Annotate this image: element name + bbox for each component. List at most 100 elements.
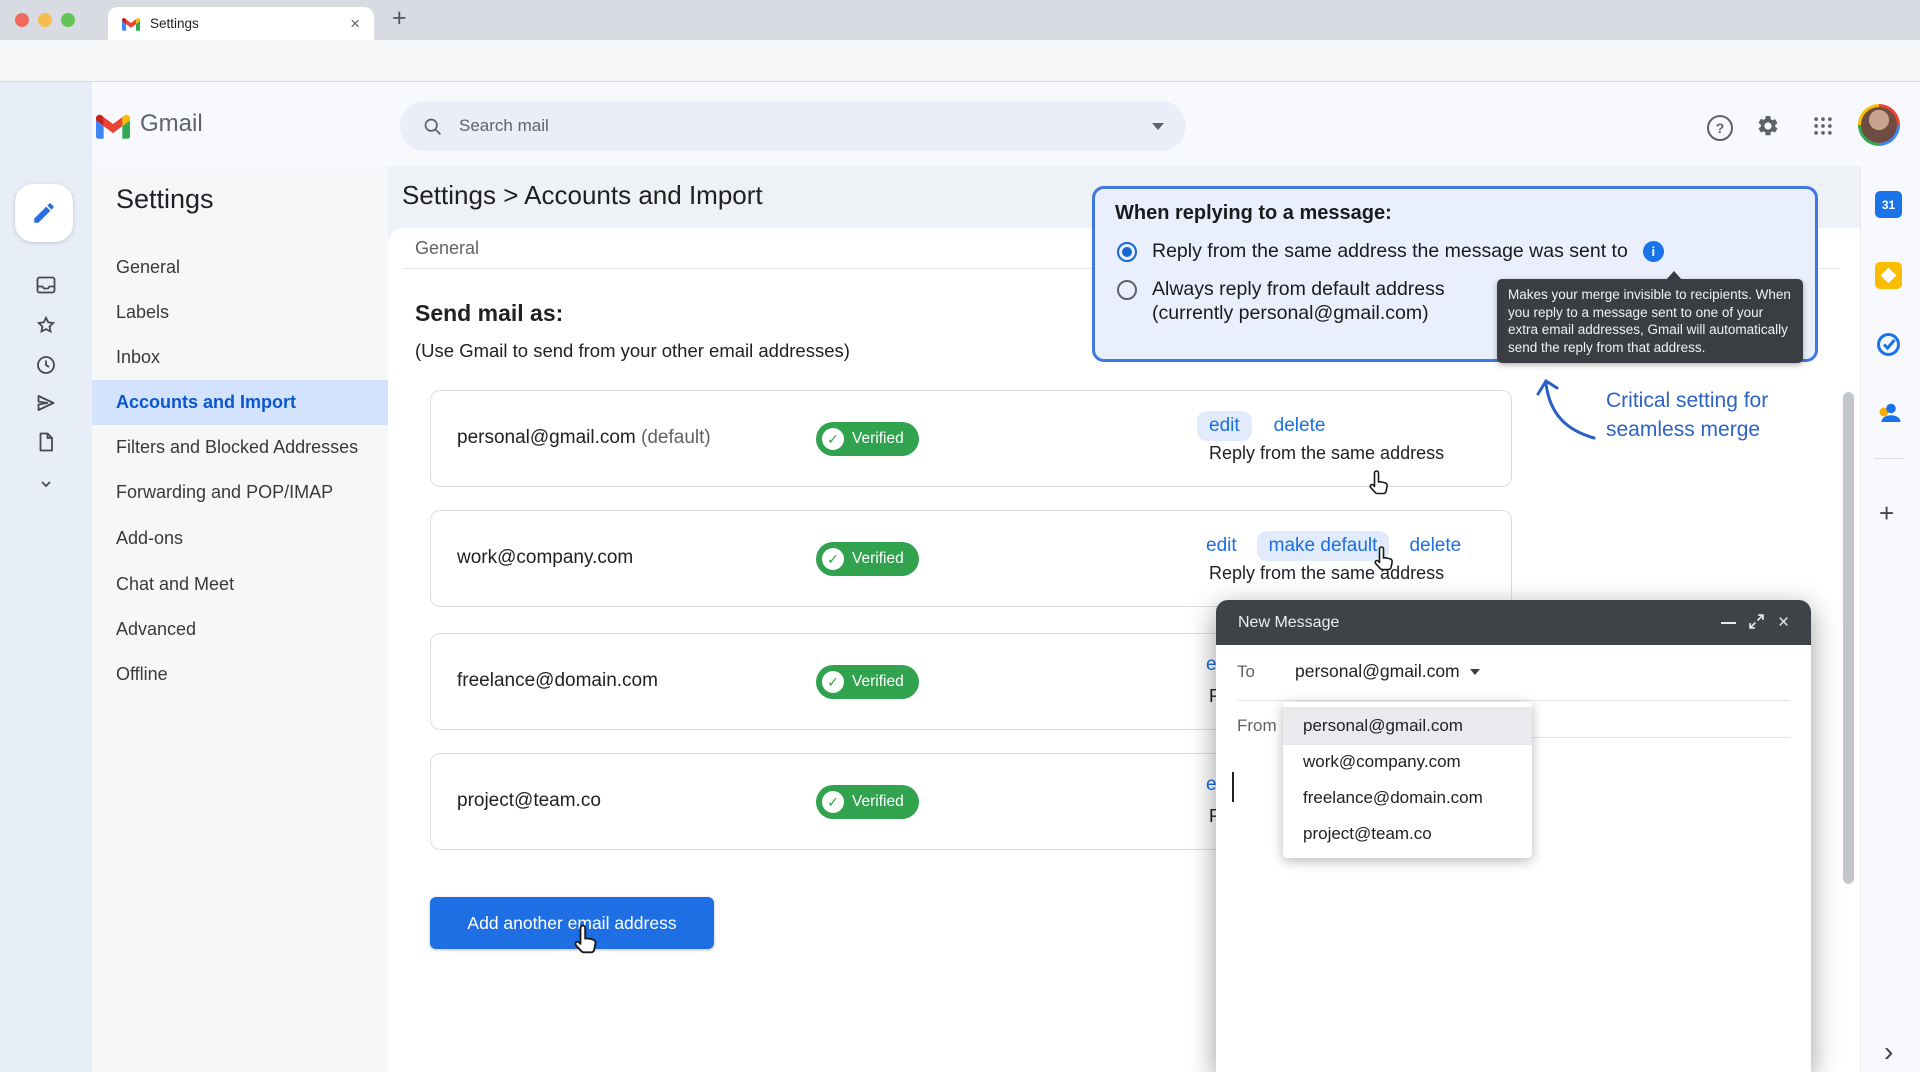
minimize-icon[interactable] (1721, 622, 1736, 624)
annotation-text: Critical setting for seamless merge (1606, 386, 1826, 444)
callout-title: When replying to a message: (1115, 202, 1392, 225)
verified-badge: ✓Verified (816, 542, 919, 576)
search-input[interactable]: Search mail (400, 101, 1186, 151)
reply-setting-text: Reply from the same address (1209, 443, 1444, 464)
browser-tab-strip: Settings × + (0, 0, 1920, 40)
tab-close-icon[interactable]: × (350, 15, 360, 32)
settings-nav-advanced[interactable]: Advanced (92, 607, 388, 652)
send-mail-as-title: Send mail as: (415, 300, 563, 327)
callout-option-same-address: Reply from the same address the message … (1117, 240, 1664, 263)
settings-nav-chat-and-meet[interactable]: Chat and Meet (92, 562, 388, 607)
inbox-icon[interactable] (34, 273, 58, 297)
info-icon[interactable]: i (1643, 241, 1664, 262)
new-tab-button[interactable]: + (392, 4, 407, 33)
dropdown-option-project[interactable]: project@team.co (1283, 815, 1532, 853)
settings-nav-general[interactable]: General (92, 245, 388, 290)
help-icon[interactable]: ? (1707, 115, 1733, 141)
text-cursor (1232, 772, 1234, 802)
breadcrumb-current: Accounts and Import (524, 180, 762, 210)
dropdown-option-work[interactable]: work@company.com (1283, 743, 1532, 781)
tab-general[interactable]: General (415, 238, 479, 259)
breadcrumb-settings[interactable]: Settings (402, 180, 496, 210)
check-icon: ✓ (822, 548, 844, 570)
keep-icon[interactable] (1875, 262, 1902, 289)
collapse-side-panel-icon[interactable]: › (1884, 1036, 1893, 1068)
delete-link[interactable]: delete (1274, 415, 1326, 437)
email-address: work@company.com (457, 547, 633, 569)
settings-nav-inbox[interactable]: Inbox (92, 335, 388, 380)
snoozed-icon[interactable] (34, 353, 58, 377)
from-divider (1532, 737, 1790, 738)
breadcrumb: Settings > Accounts and Import (402, 180, 763, 211)
check-icon: ✓ (822, 671, 844, 693)
from-address-dropdown: personal@gmail.com work@company.com free… (1283, 702, 1532, 858)
row-actions: edit delete (1197, 411, 1325, 441)
close-window-button[interactable] (15, 13, 29, 27)
zoom-window-button[interactable] (61, 13, 75, 27)
pencil-icon (31, 200, 57, 226)
option-label: Always reply from default address (1152, 278, 1445, 301)
callout-option-default-address: Always reply from default address (1117, 278, 1445, 301)
gmail-wordmark: Gmail (140, 110, 203, 138)
check-icon: ✓ (822, 791, 844, 813)
settings-title: Settings (116, 184, 214, 215)
settings-nav-offline[interactable]: Offline (92, 652, 388, 697)
settings-gear-icon[interactable] (1756, 114, 1780, 138)
settings-nav-addons[interactable]: Add-ons (92, 516, 388, 561)
hand-cursor-icon (1369, 544, 1401, 576)
screen: Settings × + https://mail.google.com/mai… (0, 0, 1920, 1072)
email-row-work: work@company.com ✓Verified edit make def… (430, 510, 1512, 607)
gmail-logo-icon (96, 113, 130, 139)
close-icon[interactable]: × (1778, 612, 1789, 634)
email-row-personal: personal@gmail.com (default) ✓Verified e… (430, 390, 1512, 487)
settings-nav-accounts-and-import[interactable]: Accounts and Import (92, 380, 388, 425)
starred-icon[interactable] (34, 313, 58, 337)
edit-link[interactable]: edit (1206, 535, 1237, 557)
edit-link[interactable]: edit (1197, 411, 1252, 441)
calendar-icon[interactable]: 31 (1875, 191, 1902, 218)
browser-toolbar: https://mail.google.com/mail/u/0/#settin… (0, 40, 1920, 82)
email-address: project@team.co (457, 790, 601, 812)
google-side-panel (1860, 166, 1920, 1072)
radio-unselected-icon[interactable] (1117, 280, 1137, 300)
row-actions: edit make default delete (1206, 531, 1461, 561)
gmail-favicon-icon (122, 17, 140, 31)
dropdown-option-personal[interactable]: personal@gmail.com (1283, 707, 1532, 745)
more-labels-chevron-icon[interactable] (34, 472, 58, 496)
tasks-icon[interactable] (1875, 331, 1902, 358)
check-icon: ✓ (822, 428, 844, 450)
minimize-window-button[interactable] (38, 13, 52, 27)
scrollbar-thumb[interactable] (1843, 392, 1854, 884)
settings-nav-filters[interactable]: Filters and Blocked Addresses (92, 425, 388, 470)
delete-link[interactable]: delete (1409, 535, 1461, 557)
dropdown-option-freelance[interactable]: freelance@domain.com (1283, 779, 1532, 817)
verified-badge: ✓Verified (816, 422, 919, 456)
email-address: freelance@domain.com (457, 670, 658, 692)
to-label: To (1237, 662, 1255, 682)
breadcrumb-separator: > (503, 180, 518, 210)
compose-title: New Message (1238, 614, 1339, 632)
browser-tab-settings[interactable]: Settings × (108, 7, 374, 40)
verified-badge: ✓Verified (816, 785, 919, 819)
compose-button[interactable] (15, 184, 73, 242)
settings-nav-forwarding[interactable]: Forwarding and POP/IMAP (92, 470, 388, 515)
search-options-caret-icon[interactable] (1152, 123, 1164, 130)
tab-title: Settings (150, 16, 199, 31)
settings-nav-labels[interactable]: Labels (92, 290, 388, 335)
drafts-icon[interactable] (34, 430, 58, 454)
to-value[interactable]: personal@gmail.com (1295, 661, 1480, 682)
expand-icon[interactable] (1749, 614, 1764, 629)
search-icon (422, 116, 443, 137)
get-addons-plus-icon[interactable]: + (1879, 498, 1894, 529)
reply-setting-text: Reply from the same address (1209, 563, 1444, 584)
sent-icon[interactable] (34, 391, 58, 415)
contacts-icon[interactable] (1875, 399, 1902, 426)
to-caret-icon (1470, 669, 1480, 675)
from-label: From (1237, 716, 1277, 736)
verified-badge: ✓Verified (816, 665, 919, 699)
google-apps-grid-icon[interactable] (1812, 115, 1834, 137)
hand-cursor-icon (568, 922, 606, 960)
radio-selected-icon[interactable] (1117, 242, 1137, 262)
account-avatar[interactable] (1858, 104, 1900, 146)
merge-tooltip: Makes your merge invisible to recipients… (1497, 279, 1803, 363)
